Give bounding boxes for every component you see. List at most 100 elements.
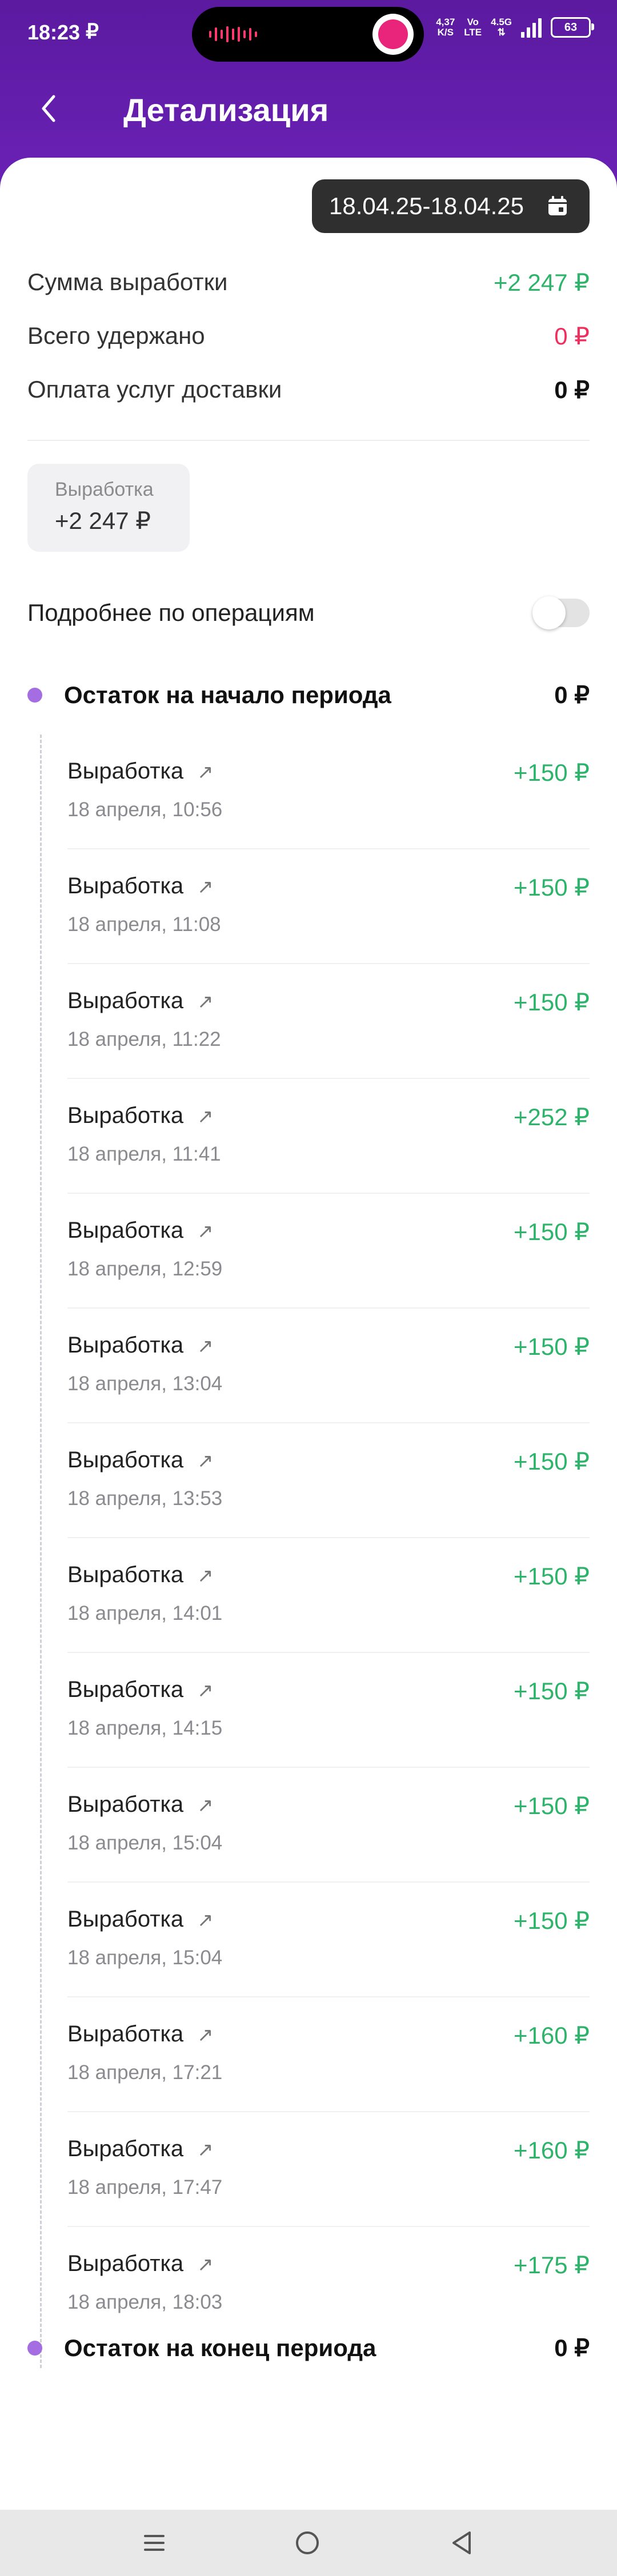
operation-name: Выработка ↗ [67, 2136, 214, 2161]
summary-delivery-value: 0 ₽ [554, 376, 590, 403]
operation-name: Выработка ↗ [67, 873, 214, 898]
back-button[interactable] [29, 86, 69, 131]
page-title: Детализация [123, 92, 329, 128]
operation-date: 18 апреля, 11:22 [67, 1028, 221, 1050]
operation-date: 18 апреля, 11:08 [67, 913, 221, 936]
operation-name: Выработка ↗ [67, 1792, 214, 1817]
operation-date: 18 апреля, 13:04 [67, 1373, 223, 1395]
timeline-dot-icon [27, 687, 42, 703]
arrow-up-right-icon: ↗ [197, 1450, 214, 1472]
operation-row[interactable]: Выработка ↗ 18 апреля, 13:53 +150 ₽ [67, 1423, 590, 1538]
app-avatar-icon [372, 14, 414, 55]
battery-icon: 63 [551, 17, 594, 38]
operation-date: 18 апреля, 15:04 [67, 1947, 223, 1969]
network-speed: 4,37 K/S [436, 17, 455, 38]
period-start-label: Остаток на начало периода [64, 681, 391, 708]
network-type: 4.5G ⇅ [491, 17, 512, 38]
earnings-chip-value: +2 247 ₽ [55, 507, 151, 534]
summary-earnings-row: Сумма выработки +2 247 ₽ [27, 268, 590, 296]
operation-date: 18 апреля, 12:59 [67, 1258, 223, 1280]
ruble-notification-icon: ₽ [86, 19, 99, 43]
details-toggle-row: Подробнее по операциям [27, 596, 590, 629]
arrow-up-right-icon: ↗ [197, 761, 214, 783]
audio-wave-icon [209, 26, 264, 42]
operation-row[interactable]: Выработка ↗ 18 апреля, 11:41 +252 ₽ [67, 1079, 590, 1194]
operation-row[interactable]: Выработка ↗ 18 апреля, 15:04 +150 ₽ [67, 1883, 590, 1997]
summary-earnings-value: +2 247 ₽ [493, 269, 590, 296]
operation-amount: +252 ₽ [514, 1104, 590, 1130]
arrow-up-right-icon: ↗ [197, 991, 214, 1013]
arrow-up-right-icon: ↗ [197, 1106, 214, 1127]
operation-row[interactable]: Выработка ↗ 18 апреля, 14:01 +150 ₽ [67, 1538, 590, 1653]
battery-level: 63 [564, 21, 578, 34]
summary-earnings-label: Сумма выработки [27, 268, 228, 295]
operation-amount: +175 ₽ [514, 2252, 590, 2278]
details-content: 18.04.25-18.04.25 Сумма выработки +2 247… [0, 158, 617, 2510]
date-range-picker[interactable]: 18.04.25-18.04.25 [312, 179, 590, 233]
home-circle-icon [296, 2531, 319, 2554]
operation-row[interactable]: Выработка ↗ 18 апреля, 14:15 +150 ₽ [67, 1653, 590, 1768]
operation-date: 18 апреля, 11:41 [67, 1143, 221, 1165]
operation-amount: +150 ₽ [514, 1448, 590, 1475]
operation-amount: +150 ₽ [514, 1792, 590, 1819]
operation-amount: +150 ₽ [514, 1218, 590, 1245]
operation-date: 18 апреля, 17:47 [67, 2176, 223, 2198]
operation-row[interactable]: Выработка ↗ 18 апреля, 11:22 +150 ₽ [67, 964, 590, 1079]
back-nav-button[interactable] [444, 2527, 479, 2559]
operation-date: 18 апреля, 17:21 [67, 2061, 223, 2084]
status-bar: 18:23 ₽ 4,37 K/S Vo LTE 4.5G ⇅ 63 [0, 0, 617, 69]
period-end-label: Остаток на конец периода [64, 2334, 376, 2361]
arrow-up-right-icon: ↗ [197, 2139, 214, 2161]
earnings-chip-label: Выработка [55, 479, 154, 500]
divider [27, 440, 590, 441]
operation-row[interactable]: Выработка ↗ 18 апреля, 17:47 +160 ₽ [67, 2112, 590, 2227]
operation-date: 18 апреля, 14:15 [67, 1717, 223, 1739]
operation-row[interactable]: Выработка ↗ 18 апреля, 12:59 +150 ₽ [67, 1194, 590, 1309]
signal-icon [521, 17, 542, 38]
operation-date: 18 апреля, 15:04 [67, 1832, 223, 1854]
operation-row[interactable]: Выработка ↗ 18 апреля, 18:03 +175 ₽ [67, 2227, 590, 2342]
operation-name: Выработка ↗ [67, 988, 214, 1013]
summary-delivery-row: Оплата услуг доставки 0 ₽ [27, 376, 590, 404]
status-time: 18:23 [27, 21, 81, 44]
dynamic-island[interactable] [192, 7, 424, 62]
operation-amount: +150 ₽ [514, 989, 590, 1016]
operation-row[interactable]: Выработка ↗ 18 апреля, 11:08 +150 ₽ [67, 849, 590, 964]
timeline-dot-icon [27, 2340, 42, 2356]
operation-date: 18 апреля, 10:56 [67, 799, 223, 821]
operation-amount: +150 ₽ [514, 1907, 590, 1934]
details-toggle-switch[interactable] [532, 596, 590, 629]
operation-name: Выработка ↗ [67, 1907, 214, 1932]
timeline-line [40, 735, 42, 2368]
period-start-row: Остаток на начало периода 0 ₽ [27, 681, 590, 709]
operation-date: 18 апреля, 14:01 [67, 1602, 223, 1624]
operation-row[interactable]: Выработка ↗ 18 апреля, 10:56 +150 ₽ [67, 735, 590, 849]
details-toggle-label: Подробнее по операциям [27, 599, 315, 626]
operation-name: Выработка ↗ [67, 2251, 214, 2276]
period-end-value: 0 ₽ [554, 2334, 590, 2361]
summary-withheld-value: 0 ₽ [554, 323, 590, 350]
operation-date: 18 апреля, 18:03 [67, 2291, 223, 2313]
operation-row[interactable]: Выработка ↗ 18 апреля, 17:21 +160 ₽ [67, 1997, 590, 2112]
date-range-label: 18.04.25-18.04.25 [329, 192, 524, 219]
operation-name: Выработка ↗ [67, 759, 214, 784]
home-button[interactable] [290, 2527, 324, 2559]
operation-row[interactable]: Выработка ↗ 18 апреля, 15:04 +150 ₽ [67, 1768, 590, 1883]
chevron-left-icon [42, 95, 55, 122]
operation-amount: +150 ₽ [514, 759, 590, 786]
arrow-up-right-icon: ↗ [197, 1565, 214, 1587]
operation-name: Выработка ↗ [67, 1677, 214, 1702]
operation-row[interactable]: Выработка ↗ 18 апреля, 13:04 +150 ₽ [67, 1309, 590, 1423]
operation-amount: +150 ₽ [514, 1333, 590, 1360]
operation-name: Выработка ↗ [67, 1562, 214, 1587]
operation-amount: +150 ₽ [514, 1563, 590, 1590]
operation-date: 18 апреля, 13:53 [67, 1487, 223, 1510]
recent-apps-button[interactable] [137, 2527, 171, 2559]
system-nav-bar [0, 2510, 617, 2576]
summary-withheld-row: Всего удержано 0 ₽ [27, 322, 590, 350]
earnings-filter-chip[interactable]: Выработка +2 247 ₽ [27, 464, 190, 552]
operation-name: Выработка ↗ [67, 1333, 214, 1358]
operations-list: Выработка ↗ 18 апреля, 10:56 +150 ₽ Выработк… [67, 735, 590, 2342]
arrow-up-right-icon: ↗ [197, 1795, 214, 1816]
operation-name: Выработка ↗ [67, 1103, 214, 1128]
